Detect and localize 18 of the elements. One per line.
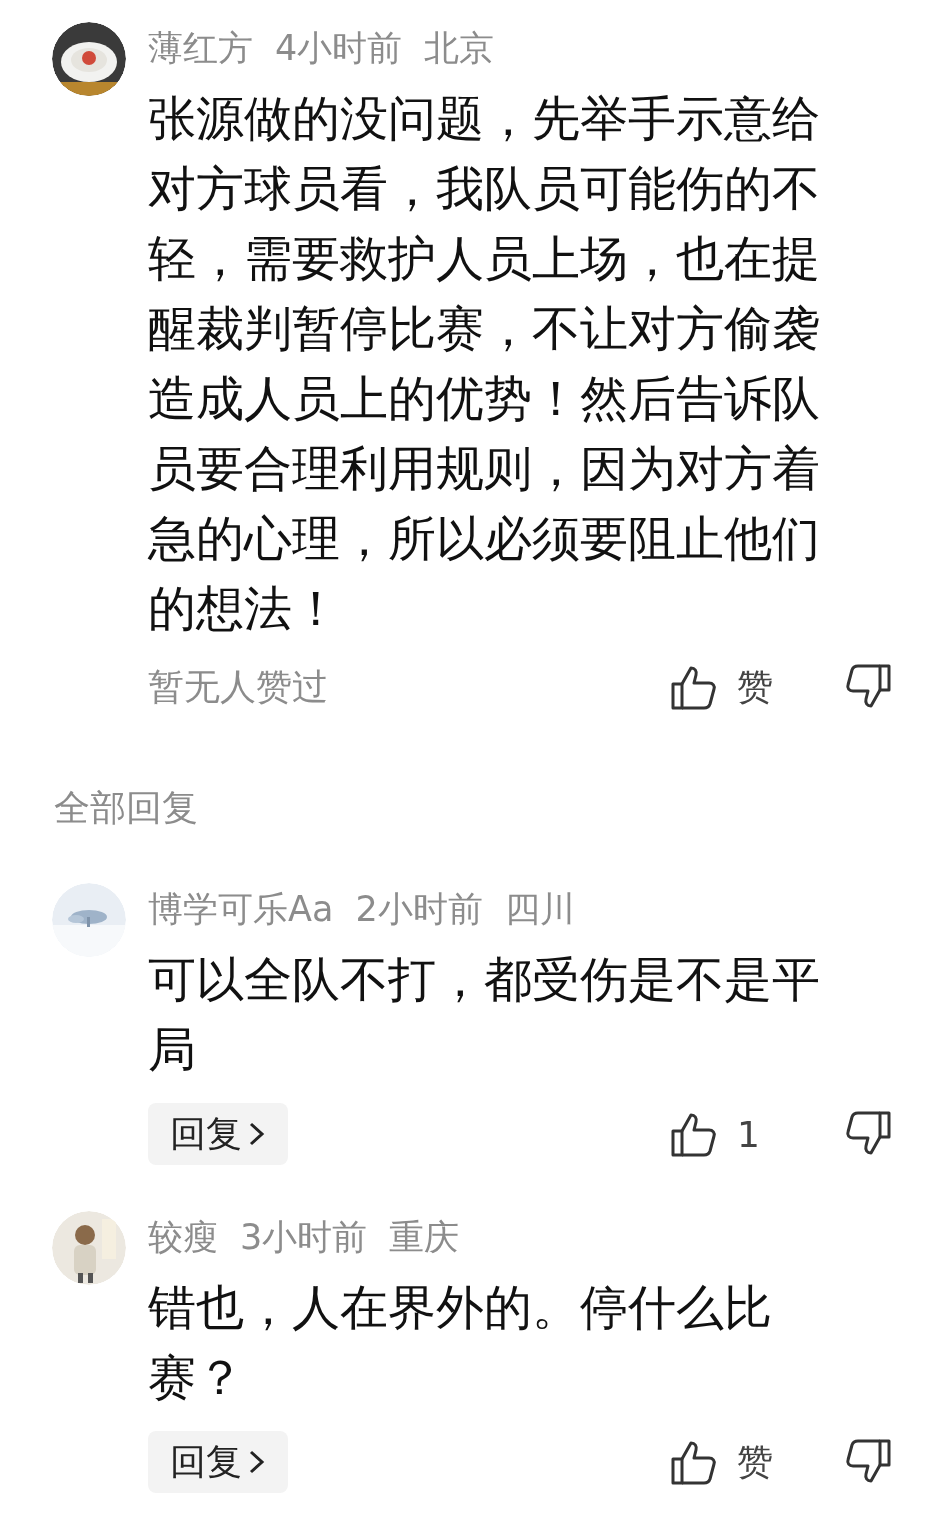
location: 四川 [504,887,575,931]
location: 重庆 [389,1215,460,1259]
post-time: 3小时前 [240,1215,368,1259]
location: 北京 [424,26,495,70]
comment-text: 张源做的没问题，先举手示意给对方球员看，我队员可能伤的不轻，需要救护人员上场，也在提醒裁判暂停比赛，不让对方偷袭造成人员上的优势！然后告诉队员要合理利用规则，因为对方着急的心理，所以必须要阻止他们的想法！ [148,90,821,638]
like-label[interactable]: 赞 [737,662,779,712]
chevron-icon [248,1449,266,1475]
reply-text: 可以全队不打，都受伤是不是平局 [148,951,821,1079]
reply-button[interactable]: 回复 [148,1431,288,1493]
section-heading: 全部回复 [54,787,198,828]
like-label[interactable]: 1 [737,1113,779,1155]
post-time: 2小时前 [355,887,483,931]
reply-button[interactable]: 回复 [148,1103,288,1165]
chevron-icon [248,1121,266,1147]
likes-summary: 暂无人赞过 [148,664,329,709]
like-label[interactable]: 赞 [737,1437,779,1487]
post-time: 4小时前 [275,26,403,70]
reply-text: 错也，人在界外的。停什么比赛？ [148,1279,773,1407]
